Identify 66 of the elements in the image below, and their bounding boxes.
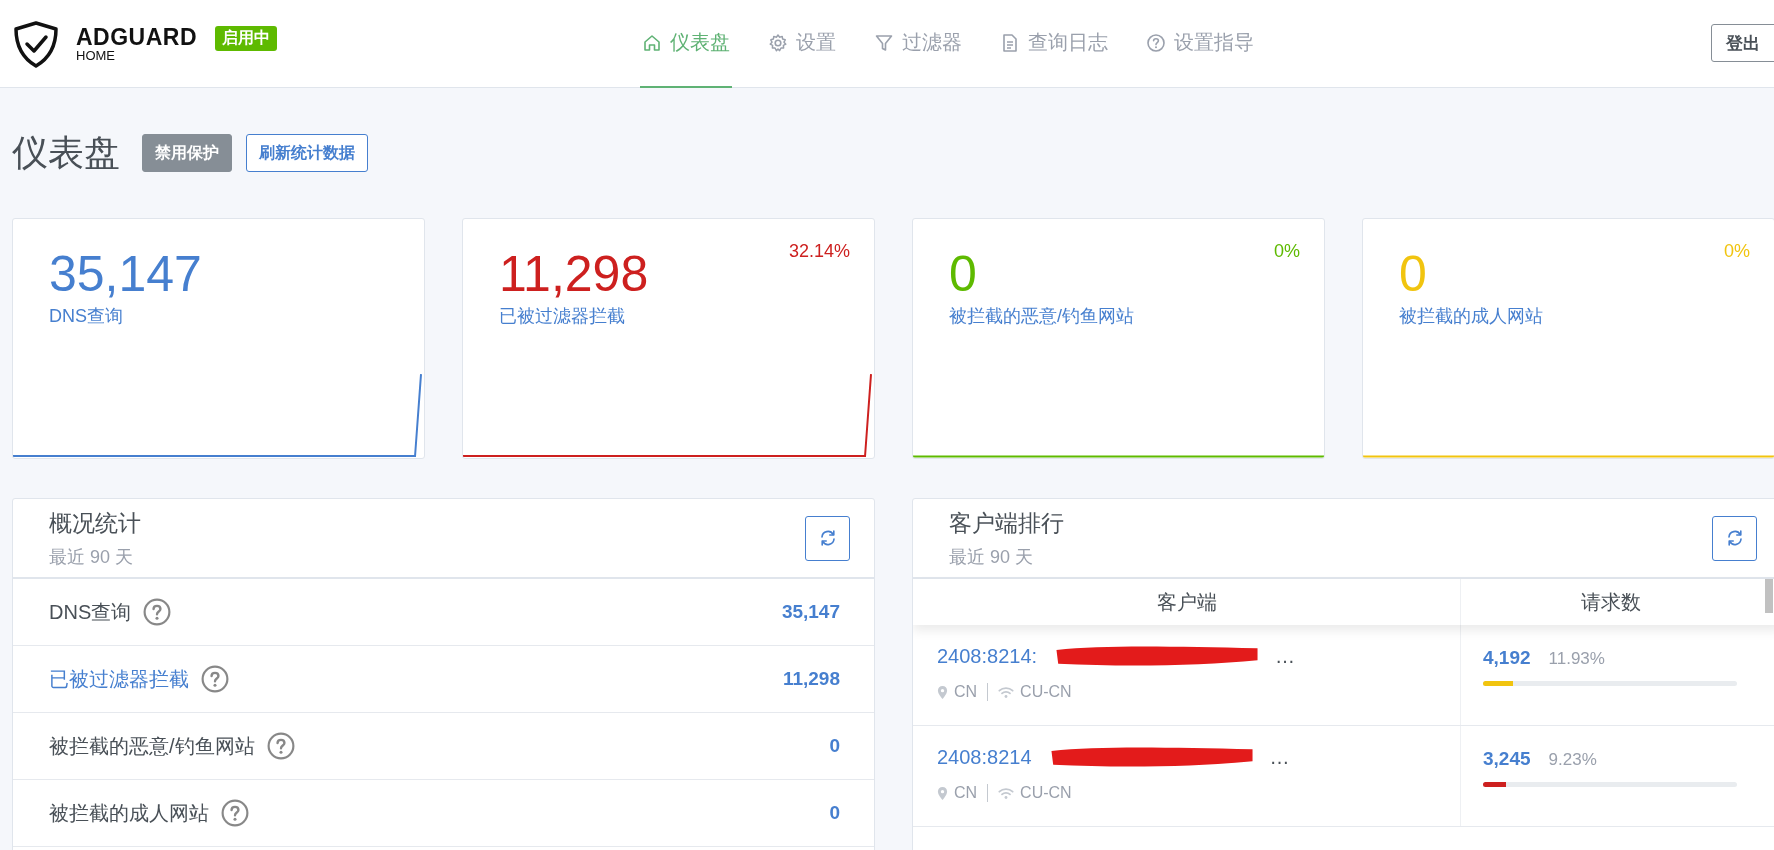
- help-icon[interactable]: [143, 598, 172, 626]
- ellipsis: …: [1275, 644, 1296, 668]
- stat-link[interactable]: 已被过滤器拦截: [49, 665, 189, 693]
- settings-icon: [768, 32, 788, 53]
- nav-tab[interactable]: 设置: [766, 0, 838, 88]
- page-title: 仪表盘: [12, 130, 120, 175]
- stat-label: DNS查询: [49, 305, 123, 328]
- brand-subtitle: HOME: [76, 48, 116, 63]
- document-icon: [1000, 32, 1020, 53]
- stat-count: 0: [829, 735, 840, 757]
- ellipsis: …: [1269, 745, 1290, 769]
- filter-icon: [874, 32, 894, 53]
- nav-tab[interactable]: 仪表盘: [640, 0, 732, 88]
- panel-subtitle: 最近 90 天: [949, 545, 1035, 569]
- help-icon: [1146, 32, 1166, 53]
- stat-percent: 0%: [1724, 241, 1750, 262]
- nav-tab[interactable]: 查询日志: [998, 0, 1110, 88]
- stat-name: DNS查询: [49, 599, 132, 625]
- client-address[interactable]: 2408:8214: [937, 745, 1032, 769]
- column-header[interactable]: 客户端: [913, 579, 1461, 625]
- stat-percent: 0%: [1274, 241, 1300, 262]
- panel-subtitle: 最近 90 天: [49, 545, 135, 569]
- stat-count: 11,298: [782, 668, 840, 690]
- stat-value: 11,298: [499, 247, 649, 302]
- help-icon[interactable]: [266, 732, 295, 760]
- help-icon[interactable]: [201, 665, 229, 693]
- refresh-button[interactable]: [1712, 515, 1757, 561]
- stat-label: 已被过滤器拦截: [499, 305, 625, 328]
- panel-title: 客户端排行: [949, 508, 1064, 538]
- client-country: CN: [954, 683, 978, 701]
- home-icon: [642, 32, 662, 53]
- stat-percent: 32.14%: [788, 241, 850, 262]
- request-percent: 9.23%: [1548, 750, 1597, 770]
- stat-value: 35,147: [49, 247, 202, 302]
- stat-value: 0: [949, 247, 977, 302]
- stat-count: 0: [829, 802, 840, 824]
- client-network: CU-CN: [1020, 784, 1072, 802]
- stat-name: 被拦截的恶意/钓鱼网站: [49, 733, 255, 759]
- request-percent: 11.93%: [1548, 649, 1605, 669]
- panel-title: 概况统计: [49, 508, 141, 538]
- request-count: 3,245: [1483, 748, 1531, 770]
- request-count: 4,192: [1483, 647, 1531, 669]
- help-icon[interactable]: [221, 799, 249, 827]
- logout-button[interactable]: 登出: [1711, 24, 1774, 62]
- location-pin-icon: [937, 684, 948, 700]
- nav-tab[interactable]: 过滤器: [872, 0, 964, 88]
- stat-name: 被拦截的成人网站: [49, 800, 209, 826]
- stat-label: 被拦截的成人网站: [1399, 305, 1543, 328]
- refresh-stats-button[interactable]: 刷新统计数据: [246, 134, 368, 172]
- shield-check-logo-icon: [12, 18, 60, 69]
- status-badge: 启用中: [215, 26, 278, 51]
- wifi-icon: [998, 685, 1015, 699]
- column-header[interactable]: 请求数: [1461, 579, 1761, 625]
- client-network: CU-CN: [1020, 683, 1072, 701]
- client-address[interactable]: 2408:8214:: [937, 644, 1038, 668]
- client-country: CN: [954, 784, 978, 802]
- wifi-icon: [998, 786, 1015, 800]
- disable-protection-button[interactable]: 禁用保护: [142, 134, 232, 172]
- scrollbar-thumb[interactable]: [1765, 579, 1773, 613]
- location-pin-icon: [937, 785, 948, 801]
- stat-value: 0: [1399, 247, 1427, 302]
- brand-name: ADGUARD: [76, 24, 198, 49]
- refresh-button[interactable]: [805, 515, 850, 561]
- nav-tab[interactable]: 设置指导: [1144, 0, 1256, 88]
- stat-label: 被拦截的恶意/钓鱼网站: [949, 305, 1134, 328]
- stat-count: 35,147: [781, 601, 840, 623]
